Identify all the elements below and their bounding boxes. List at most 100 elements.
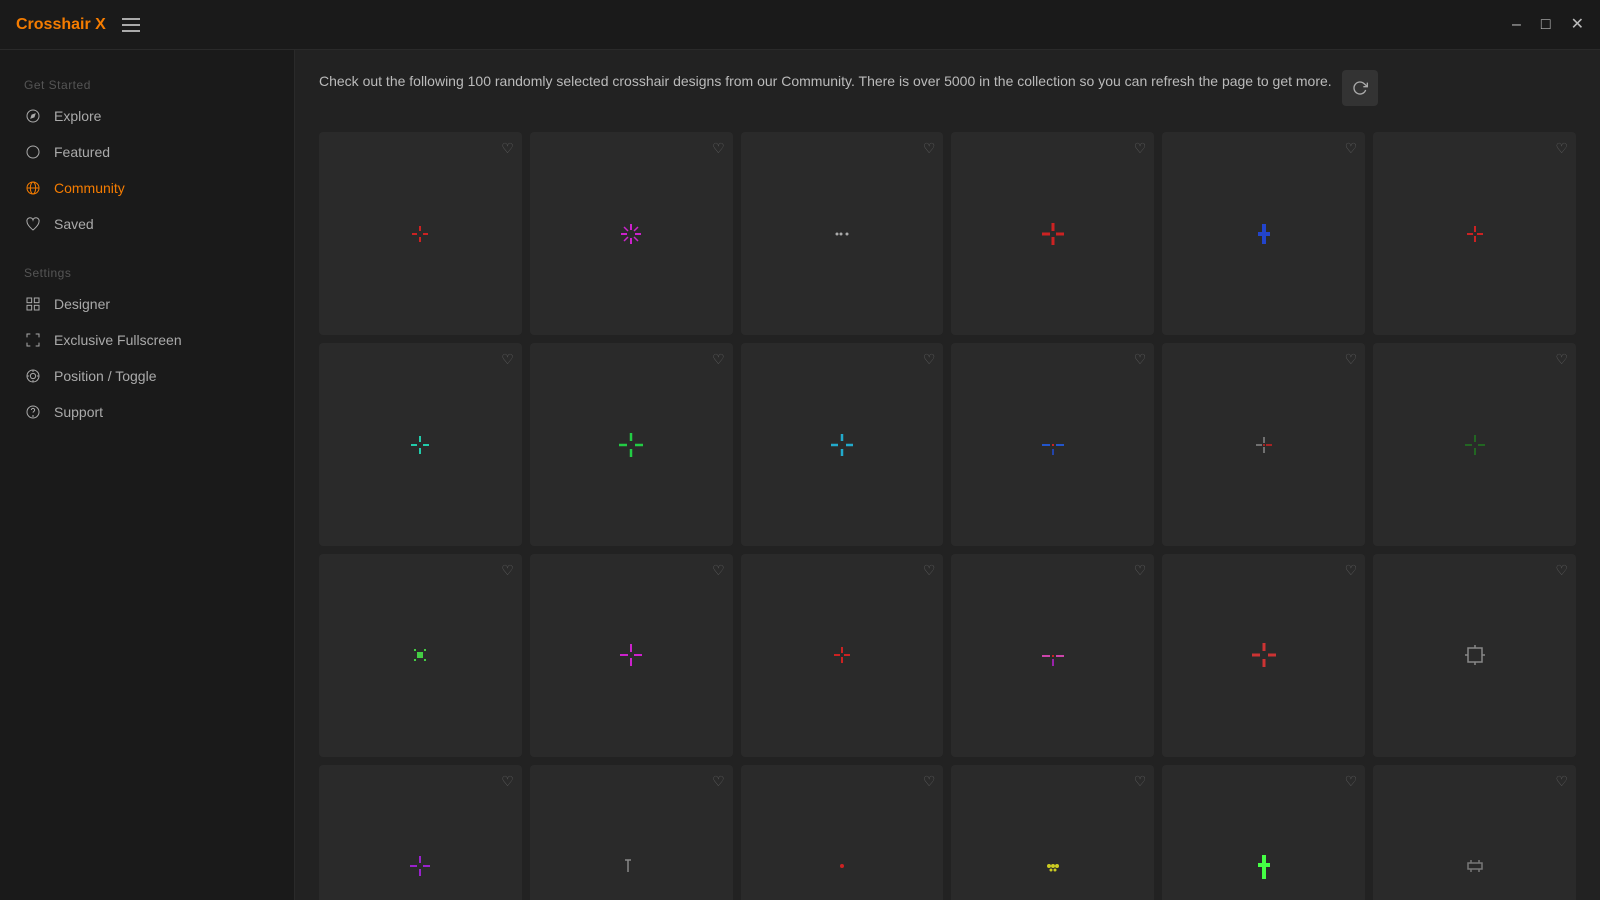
crosshair-card-4[interactable]: ♡ [951, 132, 1154, 335]
heart-btn-8[interactable]: ♡ [712, 351, 725, 368]
crosshair-card-8[interactable]: ♡ [530, 343, 733, 546]
sidebar-item-saved[interactable]: Saved [0, 206, 294, 242]
featured-label: Featured [54, 144, 110, 160]
sidebar-item-featured[interactable]: Featured [0, 134, 294, 170]
refresh-button[interactable] [1342, 70, 1378, 106]
grid-icon [24, 295, 42, 313]
position-toggle-label: Position / Toggle [54, 368, 156, 384]
hamburger-line-2 [122, 24, 140, 26]
crosshair-card-9[interactable]: ♡ [741, 343, 944, 546]
crosshair-card-24[interactable]: ♡ [1373, 765, 1576, 900]
sidebar: Get Started Explore Featured Community S… [0, 50, 295, 900]
crosshair-15 [822, 635, 862, 675]
fullscreen-icon [24, 331, 42, 349]
crosshair-20 [611, 846, 651, 886]
crosshair-card-13[interactable]: ♡ [319, 554, 522, 757]
crosshair-card-1[interactable]: ♡ [319, 132, 522, 335]
crosshair-5 [1244, 214, 1284, 254]
sidebar-item-community[interactable]: Community [0, 170, 294, 206]
crosshair-card-5[interactable]: ♡ [1162, 132, 1365, 335]
hamburger-line-3 [122, 30, 140, 32]
crosshair-card-7[interactable]: ♡ [319, 343, 522, 546]
heart-icon [24, 215, 42, 233]
minimize-button[interactable]: – [1512, 17, 1521, 33]
crosshair-4 [1033, 214, 1073, 254]
crosshair-card-16[interactable]: ♡ [951, 554, 1154, 757]
sidebar-item-exclusive-fullscreen[interactable]: Exclusive Fullscreen [0, 322, 294, 358]
crosshair-card-10[interactable]: ♡ [951, 343, 1154, 546]
content-description: Check out the following 100 randomly sel… [319, 70, 1332, 92]
heart-btn-6[interactable]: ♡ [1555, 140, 1568, 157]
heart-btn-1[interactable]: ♡ [501, 140, 514, 157]
hamburger-line-1 [122, 18, 140, 20]
crosshair-17 [1244, 635, 1284, 675]
globe-icon [24, 179, 42, 197]
sidebar-item-explore[interactable]: Explore [0, 98, 294, 134]
crosshair-13 [400, 635, 440, 675]
crosshair-21 [822, 846, 862, 886]
designer-label: Designer [54, 296, 110, 312]
crosshair-card-6[interactable]: ♡ [1373, 132, 1576, 335]
crosshair-card-15[interactable]: ♡ [741, 554, 944, 757]
heart-btn-5[interactable]: ♡ [1345, 140, 1358, 157]
heart-btn-2[interactable]: ♡ [712, 140, 725, 157]
crosshair-card-2[interactable]: ♡ [530, 132, 733, 335]
crosshair-9 [822, 425, 862, 465]
heart-btn-23[interactable]: ♡ [1345, 773, 1358, 790]
crosshair-18 [1455, 635, 1495, 675]
crosshair-card-14[interactable]: ♡ [530, 554, 733, 757]
sidebar-item-designer[interactable]: Designer [0, 286, 294, 322]
settings-label: Settings [0, 258, 294, 286]
heart-btn-13[interactable]: ♡ [501, 562, 514, 579]
crosshair-card-23[interactable]: ♡ [1162, 765, 1365, 900]
heart-btn-17[interactable]: ♡ [1345, 562, 1358, 579]
crosshair-card-20[interactable]: ♡ [530, 765, 733, 900]
titlebar-controls: – □ ✕ [1512, 17, 1584, 33]
crosshair-10 [1033, 425, 1073, 465]
crosshair-card-21[interactable]: ♡ [741, 765, 944, 900]
crosshair-card-3[interactable]: ♡ [741, 132, 944, 335]
heart-btn-3[interactable]: ♡ [923, 140, 936, 157]
heart-btn-9[interactable]: ♡ [923, 351, 936, 368]
crosshair-card-12[interactable]: ♡ [1373, 343, 1576, 546]
crosshair-card-19[interactable]: ♡ [319, 765, 522, 900]
sidebar-item-support[interactable]: Support [0, 394, 294, 430]
crosshair-card-17[interactable]: ♡ [1162, 554, 1365, 757]
crosshair-3 [822, 214, 862, 254]
crosshair-19 [400, 846, 440, 886]
sidebar-item-position-toggle[interactable]: Position / Toggle [0, 358, 294, 394]
crosshair-22 [1033, 846, 1073, 886]
crosshair-11 [1244, 425, 1284, 465]
heart-btn-16[interactable]: ♡ [1134, 562, 1147, 579]
heart-btn-22[interactable]: ♡ [1134, 773, 1147, 790]
heart-btn-24[interactable]: ♡ [1555, 773, 1568, 790]
heart-btn-7[interactable]: ♡ [501, 351, 514, 368]
content-area: Check out the following 100 randomly sel… [295, 50, 1600, 900]
crosshair-23 [1244, 846, 1284, 886]
crosshair-card-22[interactable]: ♡ [951, 765, 1154, 900]
support-label: Support [54, 404, 103, 420]
app-title: Crosshair X [16, 16, 106, 34]
heart-btn-20[interactable]: ♡ [712, 773, 725, 790]
heart-btn-19[interactable]: ♡ [501, 773, 514, 790]
close-button[interactable]: ✕ [1571, 17, 1584, 33]
main-layout: Get Started Explore Featured Community S… [0, 50, 1600, 900]
crosshair-6 [1455, 214, 1495, 254]
heart-btn-15[interactable]: ♡ [923, 562, 936, 579]
crosshair-card-18[interactable]: ♡ [1373, 554, 1576, 757]
target-icon [24, 367, 42, 385]
crosshair-card-11[interactable]: ♡ [1162, 343, 1365, 546]
app-title-accent: X [91, 16, 106, 33]
crosshair-8 [611, 425, 651, 465]
heart-btn-4[interactable]: ♡ [1134, 140, 1147, 157]
heart-btn-18[interactable]: ♡ [1555, 562, 1568, 579]
explore-label: Explore [54, 108, 101, 124]
maximize-button[interactable]: □ [1541, 17, 1551, 33]
heart-btn-10[interactable]: ♡ [1134, 351, 1147, 368]
heart-btn-12[interactable]: ♡ [1555, 351, 1568, 368]
heart-btn-21[interactable]: ♡ [923, 773, 936, 790]
get-started-label: Get Started [0, 70, 294, 98]
hamburger-menu[interactable] [122, 18, 140, 32]
heart-btn-11[interactable]: ♡ [1345, 351, 1358, 368]
heart-btn-14[interactable]: ♡ [712, 562, 725, 579]
